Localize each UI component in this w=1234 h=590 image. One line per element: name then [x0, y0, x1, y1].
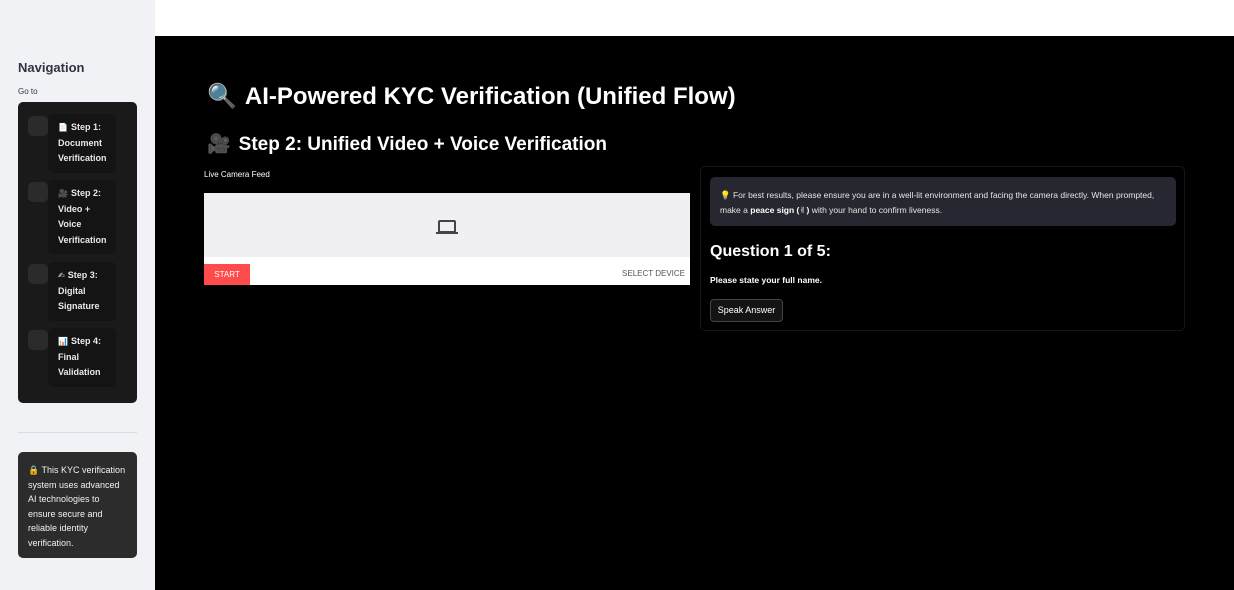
- lightbulb-icon: 💡: [720, 190, 731, 200]
- question-panel: 💡 For best results, please ensure you ar…: [700, 166, 1185, 331]
- goto-label: Go to: [18, 87, 38, 96]
- speak-answer-button[interactable]: Speak Answer: [710, 299, 783, 322]
- section-title: 🎥 Step 2: Unified Video + Voice Verificat…: [207, 134, 607, 155]
- main-content: 🔍 AI-Powered KYC Verification (Unified Fl…: [155, 36, 1234, 590]
- tip-alert: 💡 For best results, please ensure you ar…: [710, 177, 1176, 226]
- step1-label[interactable]: 📄 Step 1: Document Verification: [48, 114, 116, 173]
- writing-hand-icon: ✍: [58, 271, 65, 280]
- document-icon: 📄: [58, 123, 68, 132]
- camera-preview: [204, 193, 690, 257]
- step3-label[interactable]: ✍ Step 3: Digital Signature: [48, 262, 116, 321]
- sidebar-info-box: 🔒 This KYC verification system uses adva…: [18, 452, 137, 558]
- camera-feed-label: Live Camera Feed: [204, 170, 270, 179]
- chart-icon: 📊: [58, 337, 68, 346]
- select-device-button[interactable]: SELECT DEVICE: [622, 269, 685, 278]
- camera-widget: START SELECT DEVICE: [204, 193, 690, 285]
- sidebar: Navigation Go to 📄 Step 1: Document Verif…: [0, 0, 155, 590]
- peace-sign-text: peace sign (✌): [750, 205, 810, 215]
- magnifier-icon: 🔍: [207, 83, 237, 110]
- radio-circle[interactable]: [28, 182, 48, 202]
- video-camera-icon: 🎥: [58, 189, 68, 198]
- radio-circle[interactable]: [28, 264, 48, 284]
- question-title: Question 1 of 5:: [710, 243, 831, 260]
- question-text: Please state your full name.: [710, 275, 822, 285]
- laptop-icon: [436, 220, 458, 234]
- top-header-bar: [155, 0, 1234, 36]
- step2-label[interactable]: 🎥 Step 2: Video + Voice Verification: [48, 180, 116, 254]
- sidebar-title: Navigation: [18, 60, 85, 75]
- start-button[interactable]: START: [204, 264, 250, 285]
- page-title: 🔍 AI-Powered KYC Verification (Unified Fl…: [207, 83, 736, 110]
- radio-circle[interactable]: [28, 116, 48, 136]
- step-radio-group: 📄 Step 1: Document Verification 🎥 Step 2: …: [18, 102, 137, 403]
- radio-circle[interactable]: [28, 330, 48, 350]
- sidebar-divider: [18, 432, 137, 433]
- video-camera-icon: 🎥: [207, 134, 231, 155]
- step4-label[interactable]: 📊 Step 4: Final Validation: [48, 328, 116, 387]
